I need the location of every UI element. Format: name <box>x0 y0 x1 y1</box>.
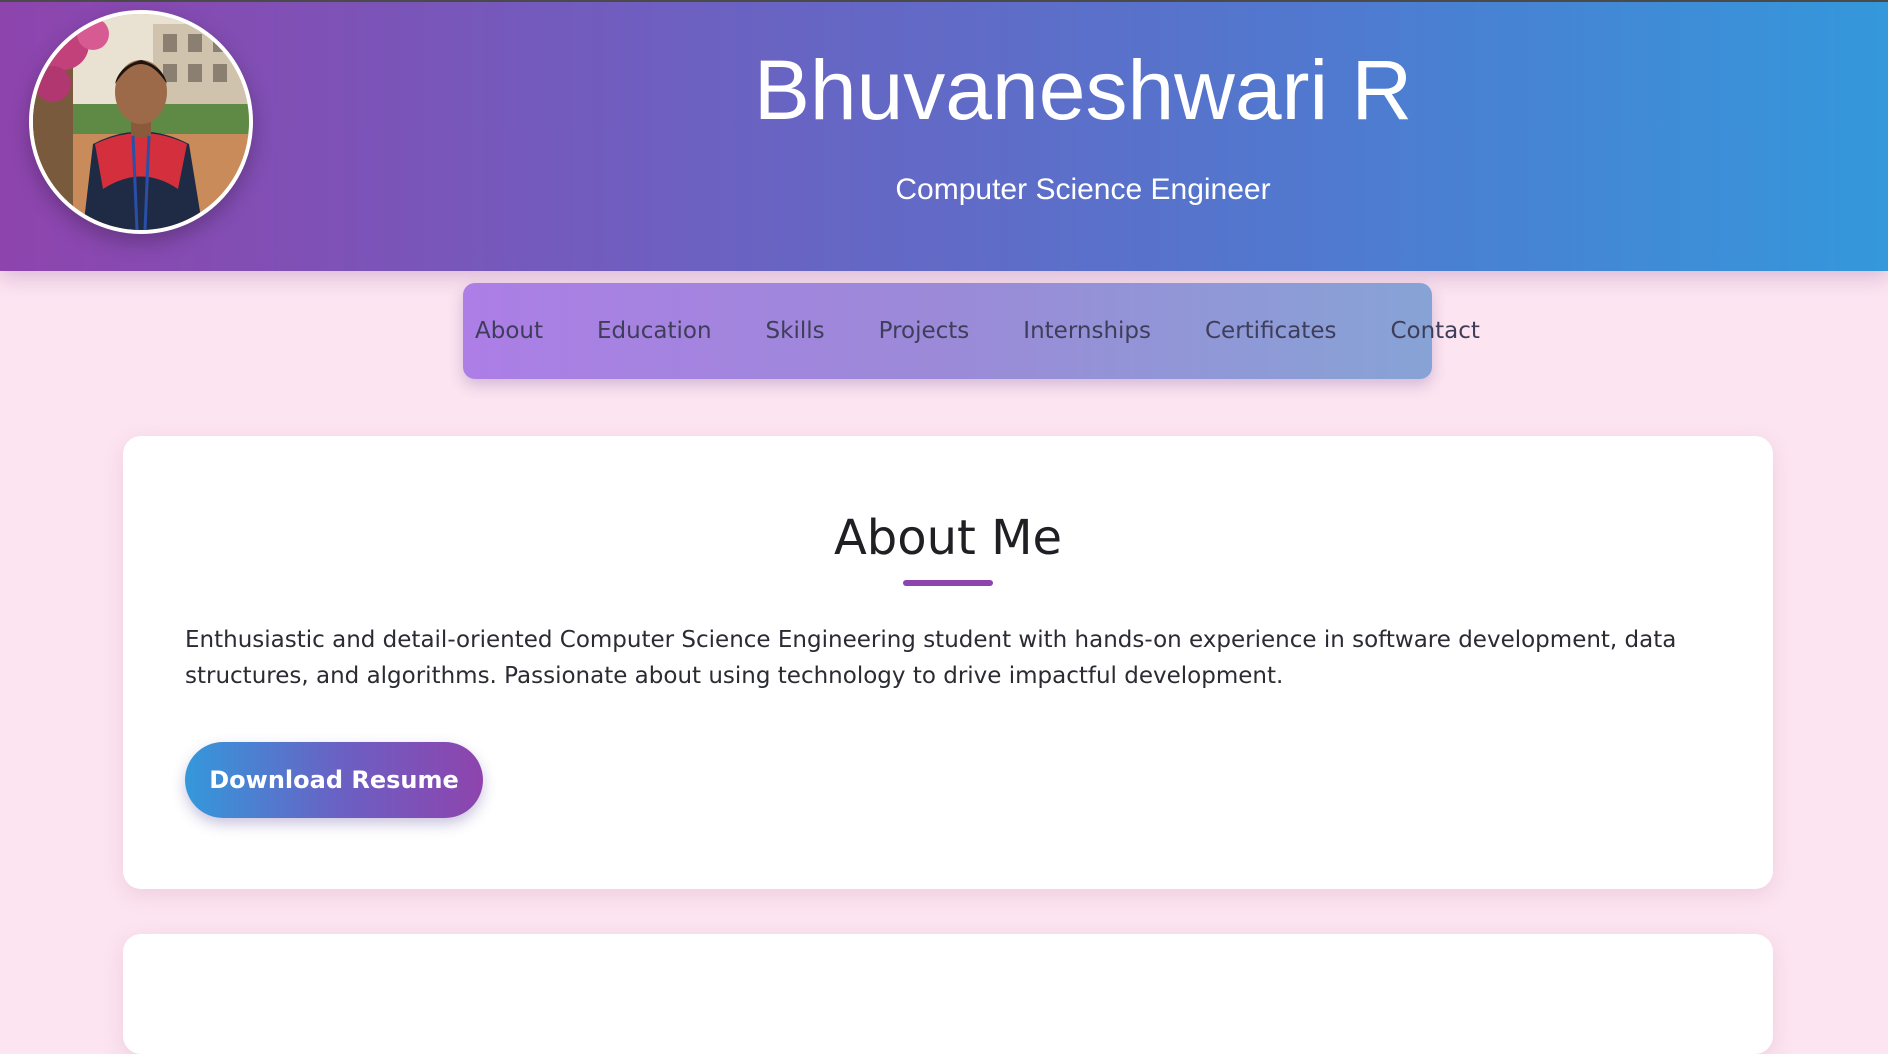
page-subtitle: Computer Science Engineer <box>895 173 1271 206</box>
nav-projects[interactable]: Projects <box>879 316 970 346</box>
nav-skills[interactable]: Skills <box>766 316 825 346</box>
page-title: Bhuvaneshwari R <box>753 43 1413 137</box>
about-description: Enthusiastic and detail-oriented Compute… <box>185 627 1677 689</box>
nav-certificates[interactable]: Certificates <box>1205 316 1336 346</box>
download-resume-button[interactable]: Download Resume <box>185 742 483 818</box>
nav-internships[interactable]: Internships <box>1023 316 1151 346</box>
nav-about[interactable]: About <box>475 316 543 346</box>
site-header: Bhuvaneshwari R Computer Science Enginee… <box>0 0 1888 271</box>
heading-underline <box>903 580 993 586</box>
nav-education[interactable]: Education <box>597 316 712 346</box>
about-section: About Me Enthusiastic and detail-oriente… <box>123 436 1773 889</box>
about-heading: About Me <box>833 510 1063 566</box>
nav-contact[interactable]: Contact <box>1390 316 1479 346</box>
main-navigation: About Education Skills Projects Internsh… <box>463 283 1480 379</box>
next-section-card <box>123 934 1773 1054</box>
